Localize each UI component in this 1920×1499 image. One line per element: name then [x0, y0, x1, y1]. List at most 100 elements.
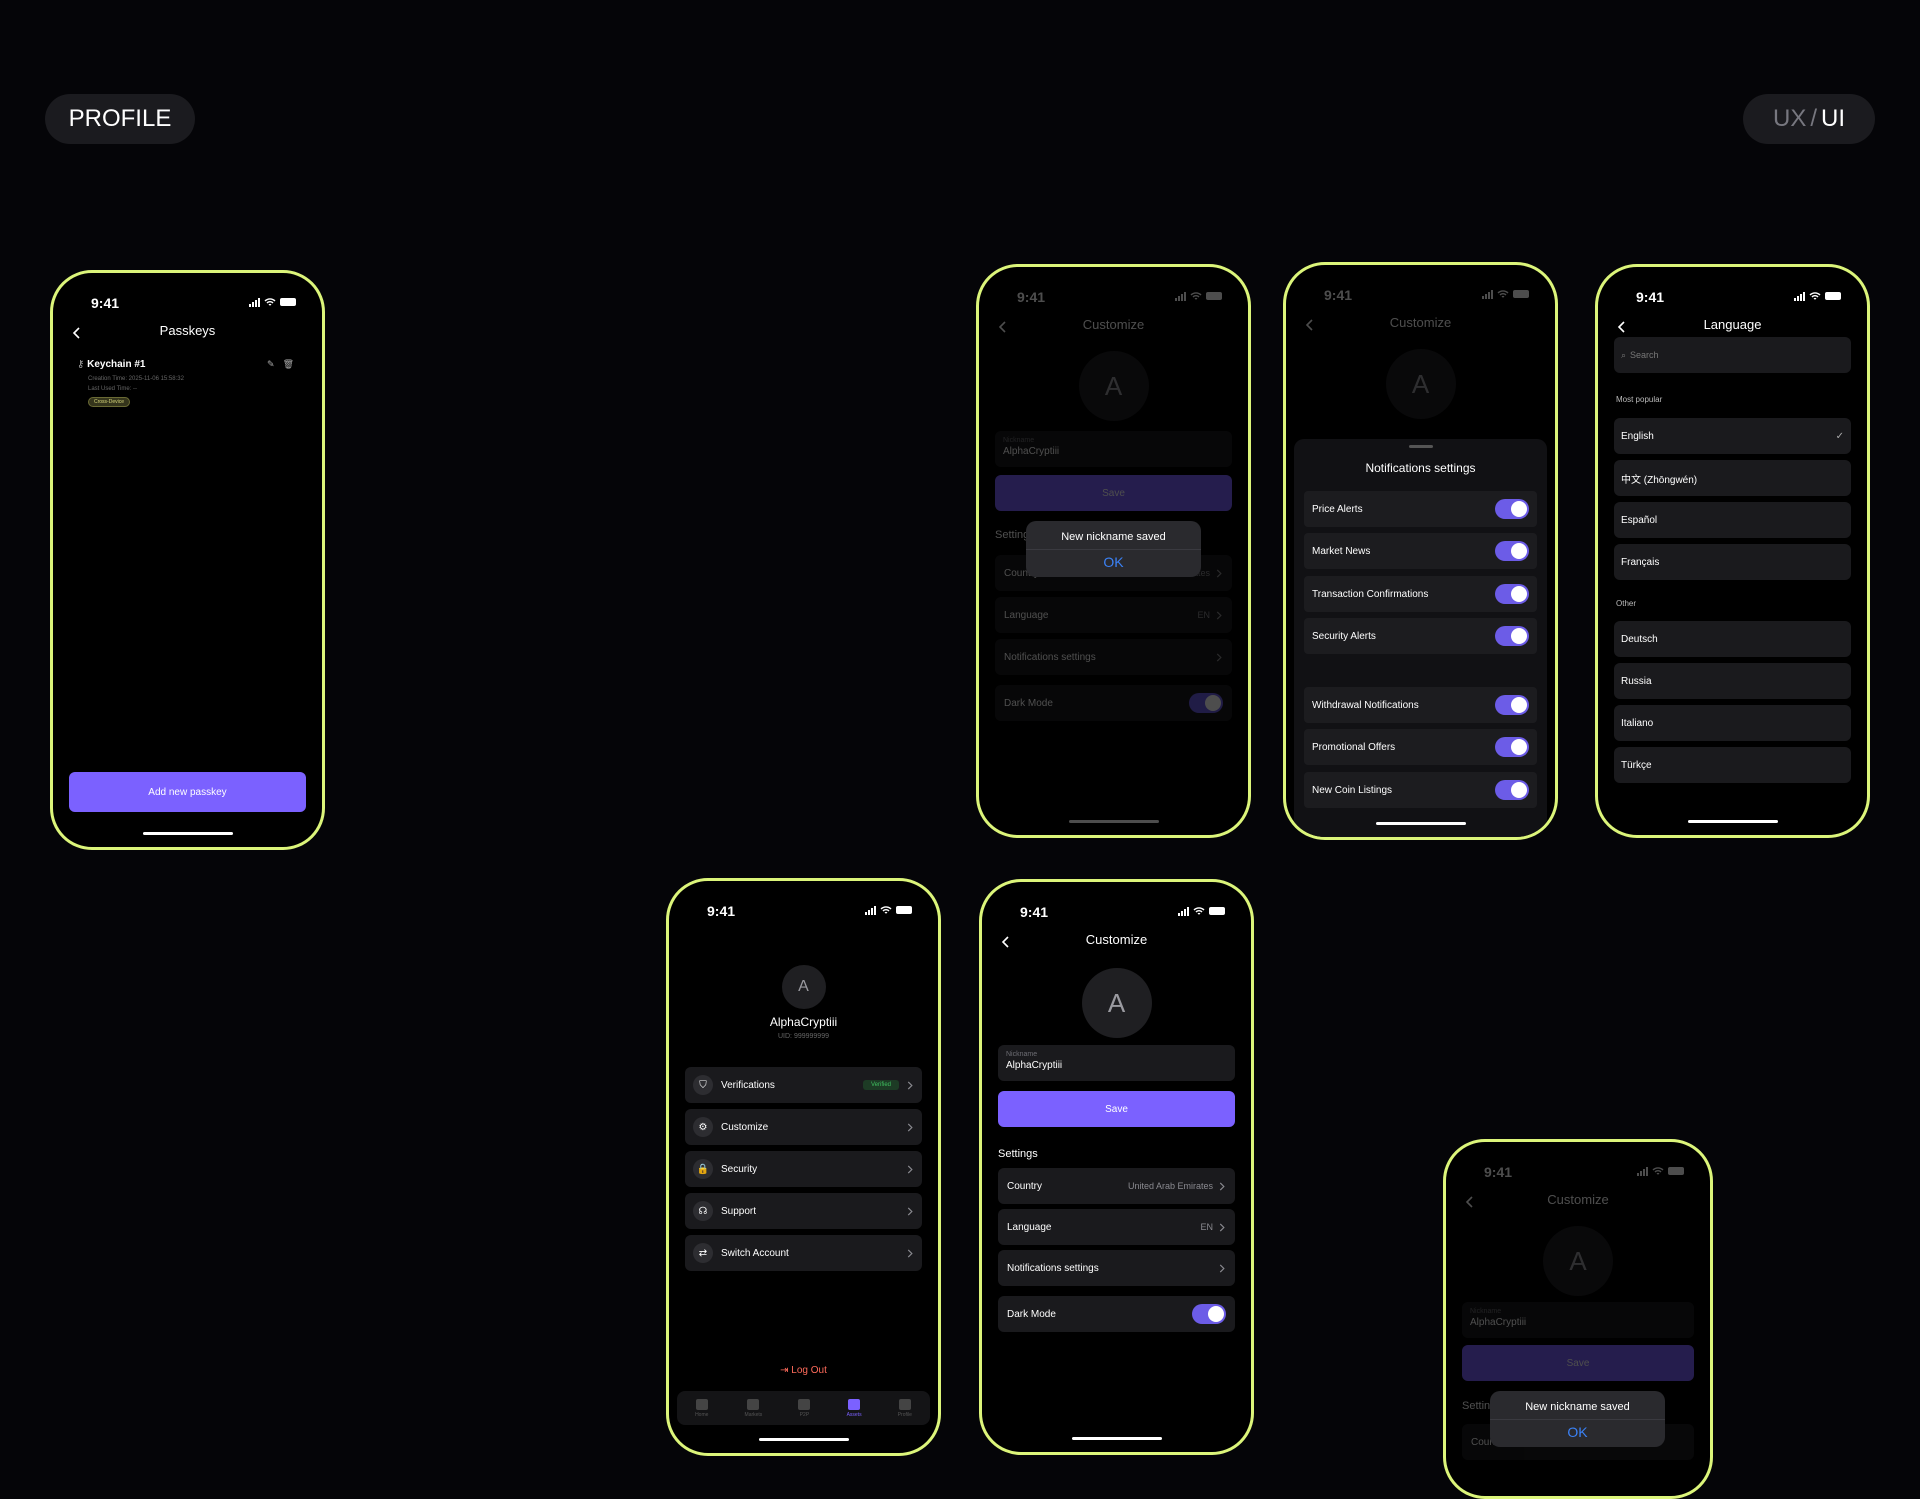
chart-icon: [747, 1398, 760, 1410]
sheet-handle[interactable]: [1408, 445, 1433, 448]
menu-security[interactable]: 🔒 Security: [685, 1151, 922, 1187]
trash-icon[interactable]: 🗑: [283, 359, 294, 370]
dark-mode-row: Dark Mode: [995, 685, 1232, 721]
menu-support[interactable]: ☊ Support: [685, 1193, 922, 1229]
battery-icon: [1209, 907, 1225, 915]
back-icon[interactable]: [997, 321, 1009, 333]
add-passkey-button[interactable]: Add new passkey: [69, 772, 306, 812]
withdrawal-notifications-toggle[interactable]: [1495, 695, 1529, 715]
sheet-title: Notifications settings: [1365, 461, 1476, 475]
tab-p2p[interactable]: P2P: [798, 1398, 811, 1418]
chevron-right-icon: [1216, 653, 1223, 662]
wifi-icon: [1652, 1166, 1664, 1176]
transaction-confirmations-toggle[interactable]: [1495, 584, 1529, 604]
language-option[interactable]: Russia: [1614, 663, 1851, 699]
language-row[interactable]: Language EN: [998, 1209, 1235, 1245]
page-title: Language: [1703, 317, 1762, 332]
chevron-right-icon: [1219, 1223, 1226, 1232]
chevron-right-icon: [907, 1207, 914, 1216]
chevron-right-icon: [1219, 1264, 1226, 1273]
row-label: Withdrawal Notifications: [1312, 699, 1419, 711]
home-indicator: [758, 1438, 849, 1441]
row-value: EN: [1197, 610, 1210, 620]
language-option[interactable]: Deutsch: [1614, 621, 1851, 657]
tab-label: Home: [695, 1411, 709, 1418]
save-button[interactable]: Save: [998, 1091, 1235, 1127]
menu-label: Customize: [721, 1121, 769, 1133]
price-alerts-toggle[interactable]: [1495, 499, 1529, 519]
promotional-offers-toggle[interactable]: [1495, 737, 1529, 757]
new-coin-listings-toggle[interactable]: [1495, 780, 1529, 800]
menu-customize[interactable]: ⚙ Customize: [685, 1109, 922, 1145]
back-icon[interactable]: [1000, 936, 1012, 948]
passkeys-screen: 9:41 Passkeys ⚷ Keychain #1 ✎ 🗑 Creation …: [50, 270, 325, 850]
save-button[interactable]: Save: [1462, 1345, 1694, 1381]
dark-mode-toggle[interactable]: [1192, 1304, 1226, 1324]
language-option[interactable]: English ✓: [1614, 418, 1851, 454]
verified-badge: Verified: [862, 1080, 899, 1090]
dialog-message: New nickname saved: [1525, 1401, 1630, 1413]
tab-assets[interactable]: Assets: [846, 1398, 862, 1418]
back-icon[interactable]: [1304, 319, 1316, 331]
language-option[interactable]: Italiano: [1614, 705, 1851, 741]
wifi-icon: [1190, 291, 1202, 301]
search-input[interactable]: ⌕ Search: [1614, 337, 1851, 373]
passkey-last-used: Last Used Time: --: [88, 386, 138, 392]
language-option[interactable]: Türkçe: [1614, 747, 1851, 783]
language-option[interactable]: Español: [1614, 502, 1851, 538]
tab-profile[interactable]: Profile: [898, 1398, 912, 1418]
row-value: United Arab Emirates: [1127, 1181, 1213, 1191]
withdrawal-notifications-row: Withdrawal Notifications: [1304, 687, 1537, 723]
tab-markets[interactable]: Markets: [744, 1398, 763, 1418]
check-icon: ✓: [1835, 430, 1844, 442]
dark-mode-row: Dark Mode: [998, 1296, 1235, 1332]
back-icon[interactable]: [71, 327, 83, 339]
nickname-field[interactable]: AlphaCryptiii: [1470, 1317, 1686, 1328]
passkey-creation-time: Creation Time: 2025-11-06 15:58:32: [88, 376, 184, 382]
language-row[interactable]: Language EN: [995, 597, 1232, 633]
tab-label: Assets: [846, 1411, 862, 1418]
profile-uid: UID: 999999999: [778, 1033, 829, 1040]
security-alerts-toggle[interactable]: [1495, 626, 1529, 646]
row-label: Market News: [1312, 545, 1371, 557]
avatar: A: [1543, 1226, 1613, 1296]
edit-icon[interactable]: ✎: [267, 359, 275, 370]
country-row[interactable]: Country United Arab Emirates: [998, 1168, 1235, 1204]
key-icon: ⚷: [77, 359, 85, 370]
language-label: 中文 (Zhōngwén): [1621, 474, 1698, 486]
tab-label: Markets: [744, 1411, 763, 1418]
status-bar: 9:41: [53, 293, 322, 315]
menu-verifications[interactable]: ⛉ Verifications Verified: [685, 1067, 922, 1103]
status-time: 9:41: [91, 295, 120, 311]
row-label: Country: [1007, 1180, 1043, 1192]
saved-dialog: New nickname saved OK: [1026, 521, 1201, 577]
dark-mode-toggle[interactable]: [1189, 693, 1223, 713]
tab-home[interactable]: Home: [695, 1398, 709, 1418]
market-news-row: Market News: [1304, 533, 1537, 569]
language-option[interactable]: Français: [1614, 544, 1851, 580]
nickname-field[interactable]: AlphaCryptiii: [1006, 1060, 1227, 1071]
notifications-row[interactable]: Notifications settings: [995, 639, 1232, 675]
nickname-label: Nickname: [1003, 437, 1035, 444]
menu-switch-account[interactable]: ⇄ Switch Account: [685, 1235, 922, 1271]
nickname-field[interactable]: AlphaCryptiii: [1003, 446, 1224, 457]
row-label: Dark Mode: [1004, 697, 1053, 709]
dialog-ok-button[interactable]: OK: [1490, 1424, 1665, 1440]
save-button[interactable]: Save: [995, 475, 1232, 511]
notifications-sheet: Notifications settings Price Alerts Mark…: [1294, 439, 1547, 837]
signal-icon: [249, 297, 260, 307]
signal-icon: [1178, 906, 1189, 916]
battery-icon: [280, 298, 296, 306]
dialog-ok-button[interactable]: OK: [1026, 554, 1201, 570]
user-icon: [898, 1398, 911, 1410]
gear-icon: ⚙: [693, 1117, 713, 1137]
back-icon[interactable]: [1616, 321, 1628, 333]
status-time: 9:41: [707, 903, 736, 919]
language-option[interactable]: 中文 (Zhōngwén): [1614, 460, 1851, 496]
market-news-toggle[interactable]: [1495, 541, 1529, 561]
logout-button[interactable]: ⇥ Log Out: [669, 1365, 938, 1376]
back-icon[interactable]: [1464, 1196, 1476, 1208]
tab-bar: Home Markets P2P Assets Profile: [677, 1391, 930, 1425]
status-time: 9:41: [1020, 904, 1049, 920]
notifications-row[interactable]: Notifications settings: [998, 1250, 1235, 1286]
